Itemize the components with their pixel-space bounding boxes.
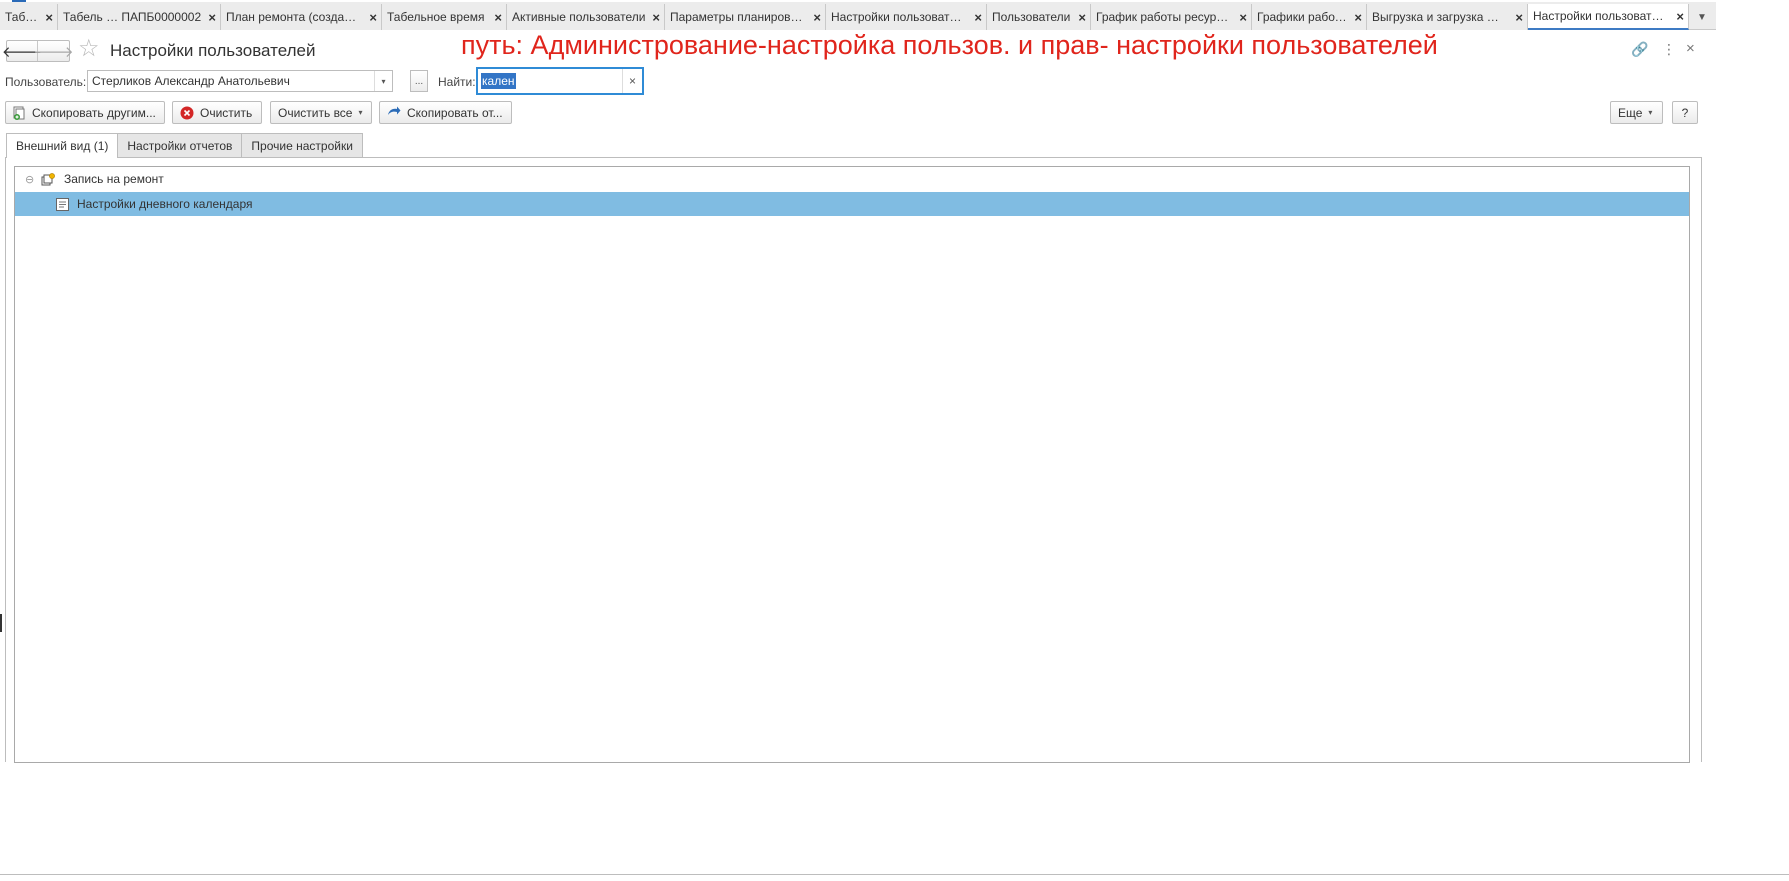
close-icon[interactable]: × <box>1676 10 1684 23</box>
tab-planning-params[interactable]: Параметры планиров… × <box>665 4 826 30</box>
close-icon[interactable]: × <box>45 11 53 24</box>
window-bottom-border <box>0 874 1789 875</box>
close-icon[interactable]: × <box>652 11 660 24</box>
chevron-down-icon: ▾ <box>1648 108 1653 117</box>
tab-label: Активные пользователи <box>512 10 646 24</box>
tree-row[interactable]: ⊖ Запись на ремонт <box>15 167 1689 191</box>
tab-label: Графики работы <box>1257 10 1349 24</box>
tab-timesheet-time[interactable]: Табельное время × <box>382 4 507 30</box>
chevron-down-icon[interactable]: ▾ <box>374 71 392 91</box>
copy-to-others-button[interactable]: Скопировать другим... <box>5 101 165 124</box>
form-settings-icon <box>56 197 69 211</box>
collapse-toggle-icon[interactable]: ⊖ <box>25 173 37 186</box>
tab-repair-plan[interactable]: План ремонта (созда… × <box>221 4 382 30</box>
page-title: Настройки пользователей <box>110 41 316 60</box>
close-icon[interactable]: × <box>1515 11 1523 24</box>
tab-user-settings-1[interactable]: Настройки пользоват… × <box>826 4 987 30</box>
tab-label: Табель <box>5 10 39 24</box>
more-label: Еще <box>1618 105 1643 120</box>
tabs-overflow-chevron-icon[interactable]: ▼ <box>1689 4 1715 30</box>
close-icon[interactable]: × <box>494 11 502 24</box>
clear-search-icon[interactable]: × <box>622 69 642 93</box>
search-input-value: кален <box>481 73 516 89</box>
close-form-icon[interactable]: × <box>1686 40 1695 57</box>
more-button[interactable]: Еще ▾ <box>1610 101 1663 124</box>
close-icon[interactable]: × <box>813 11 821 24</box>
document-group-icon <box>41 172 56 186</box>
tab-label: Пользователи <box>992 10 1071 24</box>
close-icon[interactable]: × <box>369 11 377 24</box>
copy-to-others-label: Скопировать другим... <box>32 105 156 120</box>
tab-label: Настройки пользоват… <box>1533 9 1664 23</box>
search-label: Найти: <box>438 75 476 89</box>
tab-active-users[interactable]: Активные пользователи × <box>507 4 665 30</box>
tab-label: Параметры планиров… <box>670 10 803 24</box>
tab-resource-schedule[interactable]: График работы ресур… × <box>1091 4 1252 30</box>
tab-users[interactable]: Пользователи × <box>987 4 1091 30</box>
copy-from-button[interactable]: Скопировать от... <box>379 101 512 124</box>
tab-appearance[interactable]: Внешний вид (1) <box>6 133 119 158</box>
close-icon[interactable]: × <box>1354 11 1362 24</box>
tab-report-settings[interactable]: Настройки отчетов <box>117 133 243 157</box>
more-actions-icon[interactable]: ⋮ <box>1662 41 1676 58</box>
forward-arrow-icon[interactable]: 🡒 <box>33 41 73 61</box>
history-navigation: 🡐 🡒 <box>2 40 74 62</box>
user-field[interactable]: Стерликов Александр Анатольевич ▾ <box>87 70 393 92</box>
settings-tabs: Внешний вид (1) Настройки отчетов Прочие… <box>6 133 363 158</box>
text-cursor <box>0 614 2 632</box>
tab-label: План ремонта (созда… <box>226 10 357 24</box>
copy-from-arrow-icon <box>387 106 401 119</box>
close-icon[interactable]: × <box>974 11 982 24</box>
user-label: Пользователь: <box>5 75 87 89</box>
tab-label: Табельное время <box>387 10 485 24</box>
open-windows-tabbar: Табель × Табель … ПАПБ0000002 × План ремон… <box>0 2 1716 30</box>
help-button[interactable]: ? <box>1672 101 1698 124</box>
tree-row-label: Настройки дневного календаря <box>77 197 253 211</box>
copy-from-label: Скопировать от... <box>407 105 503 120</box>
settings-tree[interactable]: ⊖ Запись на ремонт Настройки дневного ка… <box>14 166 1690 763</box>
clear-button[interactable]: Очистить <box>172 101 262 124</box>
tab-tabel-papb[interactable]: Табель … ПАПБ0000002 × <box>58 4 221 30</box>
chevron-down-icon: ▾ <box>358 108 363 117</box>
close-icon[interactable]: × <box>1078 11 1086 24</box>
close-icon[interactable]: × <box>1239 11 1247 24</box>
tab-label: График работы ресур… <box>1096 10 1229 24</box>
clear-all-button[interactable]: Очистить все ▾ <box>270 101 372 124</box>
tree-row-label: Запись на ремонт <box>64 172 164 186</box>
tab-label: Табель … ПАПБ0000002 <box>63 10 202 24</box>
tab-other-settings[interactable]: Прочие настройки <box>241 133 363 157</box>
tab-tabel[interactable]: Табель × <box>0 4 58 30</box>
tab-user-settings-active[interactable]: Настройки пользоват… × <box>1528 4 1689 30</box>
path-annotation: путь: Администрование-настройка пользов.… <box>461 30 1438 60</box>
user-field-value: Стерликов Александр Анатольевич <box>92 74 290 88</box>
tab-export-import[interactable]: Выгрузка и загрузка … × <box>1367 4 1528 30</box>
tree-row[interactable]: Настройки дневного календаря <box>15 192 1689 216</box>
search-input[interactable]: кален × <box>476 67 644 95</box>
link-icon[interactable]: 🔗 <box>1631 41 1648 58</box>
copy-document-icon <box>13 106 26 120</box>
clear-all-label: Очистить все <box>278 105 353 120</box>
clear-circle-icon <box>180 106 194 120</box>
clear-label: Очистить <box>200 105 253 120</box>
close-icon[interactable]: × <box>208 11 216 24</box>
favorite-star-icon[interactable]: ☆ <box>78 37 100 61</box>
tab-label: Настройки пользоват… <box>831 10 962 24</box>
select-user-button[interactable]: ... <box>410 70 428 92</box>
tab-work-schedules[interactable]: Графики работы × <box>1252 4 1367 30</box>
tab-label: Выгрузка и загрузка … <box>1372 10 1499 24</box>
